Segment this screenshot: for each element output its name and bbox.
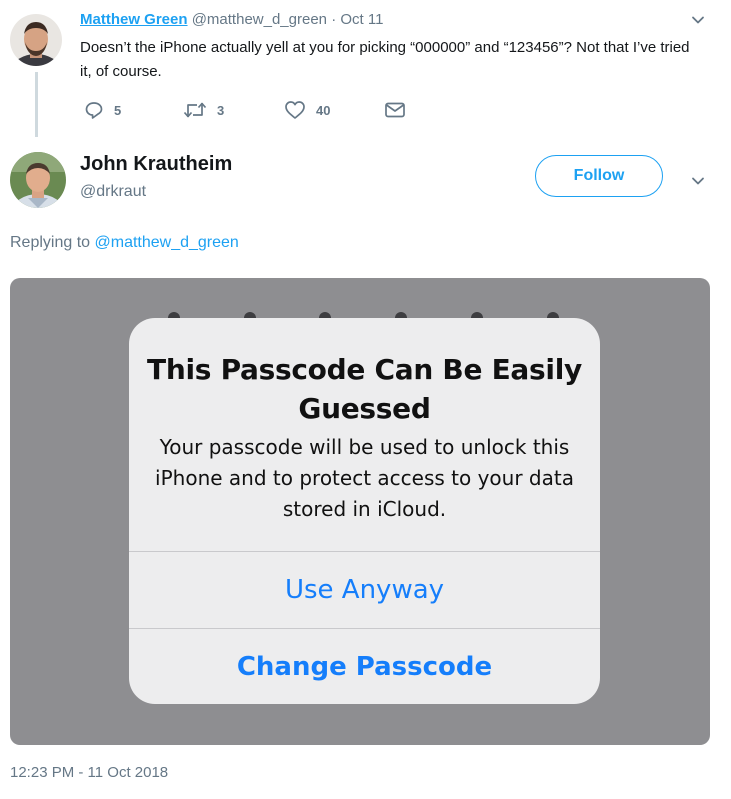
reply-author-name[interactable]: Matthew Green [80,11,188,28]
reply-text: Doesn’t the iPhone actually yell at you … [80,39,690,80]
reply-separator: · [331,11,337,28]
reply-button[interactable]: 5 [84,100,121,120]
alert-title: This Passcode Can Be Easily Guessed [147,353,582,425]
reply-count: 5 [114,102,122,118]
reply-header: Matthew Green @matthew_d_green · Oct 11 [80,11,383,28]
replying-to: Replying to @matthew_d_green [10,234,239,252]
reply-more-button[interactable] [690,12,706,33]
thread-connector [35,72,38,137]
avatar[interactable] [10,152,66,208]
heart-icon [285,101,305,119]
like-count: 40 [316,102,331,118]
tweet-timestamp[interactable]: 12:23 PM - 11 Oct 2018 [10,764,168,781]
retweet-count: 3 [217,102,225,118]
reply-icon [85,102,103,119]
change-passcode-button[interactable]: Change Passcode [129,628,600,704]
follow-button[interactable]: Follow [535,155,663,197]
passcode-alert-dialog: This Passcode Can Be Easily Guessed Your… [129,318,600,704]
avatar[interactable] [10,14,62,66]
reply-date[interactable]: Oct 11 [340,11,383,28]
author-handle[interactable]: @drkraut [80,183,146,201]
retweet-icon [183,102,207,118]
chevron-down-icon [692,16,704,24]
direct-message-button[interactable] [384,100,406,120]
replying-prefix: Replying to [10,234,91,251]
tweet-media[interactable]: This Passcode Can Be Easily Guessed Your… [10,278,710,745]
reply-author-handle[interactable]: @matthew_d_green [192,11,327,28]
author-name[interactable]: John Krautheim [80,153,232,176]
envelope-icon [385,102,405,118]
like-button[interactable]: 40 [284,100,330,120]
alert-message: Your passcode will be used to unlock thi… [155,435,574,521]
reply-tweet: Matthew Green @matthew_d_green · Oct 11 … [0,0,731,137]
retweet-button[interactable]: 3 [183,100,224,120]
use-anyway-button[interactable]: Use Anyway [129,551,600,628]
replying-to-mention[interactable]: @matthew_d_green [95,234,239,251]
tweet-more-button[interactable] [690,173,706,194]
chevron-down-icon [692,177,704,185]
